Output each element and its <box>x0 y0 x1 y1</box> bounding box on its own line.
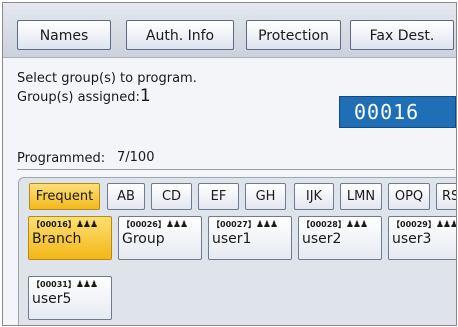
group-people-icon: ♟♟♟ <box>435 220 457 230</box>
index-tab-frequent[interactable]: Frequent <box>29 183 100 210</box>
divider <box>17 169 455 170</box>
group-entry-group[interactable]: 【00026】♟♟♟ Group <box>118 216 202 260</box>
entry-code: 【00027】♟♟♟ <box>212 220 278 230</box>
tab-bar: Names Auth. Info Protection Fax Dest. <box>3 3 456 58</box>
group-people-icon: ♟♟♟ <box>345 220 368 230</box>
entry-code: 【00029】♟♟♟ <box>392 220 457 230</box>
entry-code: 【00016】♟♟♟ <box>32 220 98 230</box>
groups-assigned-count: 1 <box>139 86 151 106</box>
group-entry-user3[interactable]: 【00029】♟♟♟ user3 <box>388 216 457 260</box>
entry-code: 【00028】♟♟♟ <box>302 220 368 230</box>
groups-assigned-label: Group(s) assigned: <box>17 90 140 105</box>
group-people-icon: ♟♟♟ <box>165 220 188 230</box>
group-people-icon: ♟♟♟ <box>75 220 98 230</box>
group-entry-user5[interactable]: 【00031】♟♟♟ user5 <box>28 276 112 320</box>
index-tab-ef[interactable]: EF <box>198 183 239 210</box>
group-entry-user2[interactable]: 【00028】♟♟♟ user2 <box>298 216 382 260</box>
tab-auth-info[interactable]: Auth. Info <box>126 20 234 50</box>
selected-group-number: 00016 <box>339 96 456 128</box>
index-tab-ab[interactable]: AB <box>107 183 145 210</box>
entry-code: 【00031】♟♟♟ <box>32 280 98 290</box>
entry-code: 【00026】♟♟♟ <box>122 220 188 230</box>
entry-name: user1 <box>212 231 252 247</box>
groups-assigned-line: Group(s) assigned:1 <box>17 86 151 106</box>
index-tab-ijk[interactable]: IJK <box>294 183 334 210</box>
index-tab-lmn[interactable]: LMN <box>340 183 382 210</box>
entry-name: Group <box>122 231 165 247</box>
index-tab-cd[interactable]: CD <box>151 183 192 210</box>
group-people-icon: ♟♟♟ <box>255 220 278 230</box>
instruction-text: Select group(s) to program. <box>17 71 197 86</box>
index-tab-opq[interactable]: OPQ <box>388 183 430 210</box>
programmed-count: 7/100 <box>117 150 155 165</box>
entry-name: user2 <box>302 231 342 247</box>
index-tab-gh[interactable]: GH <box>245 183 286 210</box>
entry-name: user3 <box>392 231 432 247</box>
group-entry-branch[interactable]: 【00016】♟♟♟ Branch <box>28 216 112 260</box>
entry-name: Branch <box>32 231 82 247</box>
tab-protection[interactable]: Protection <box>246 20 341 50</box>
tab-names[interactable]: Names <box>17 20 111 50</box>
entry-name: user5 <box>32 291 72 307</box>
programmed-label: Programmed: <box>17 151 106 166</box>
group-entry-user1[interactable]: 【00027】♟♟♟ user1 <box>208 216 292 260</box>
group-people-icon: ♟♟♟ <box>75 280 98 290</box>
tab-fax-dest[interactable]: Fax Dest. <box>350 20 454 50</box>
index-tab-rs[interactable]: RS <box>436 183 456 210</box>
program-group-screen: Names Auth. Info Protection Fax Dest. Se… <box>2 2 457 326</box>
